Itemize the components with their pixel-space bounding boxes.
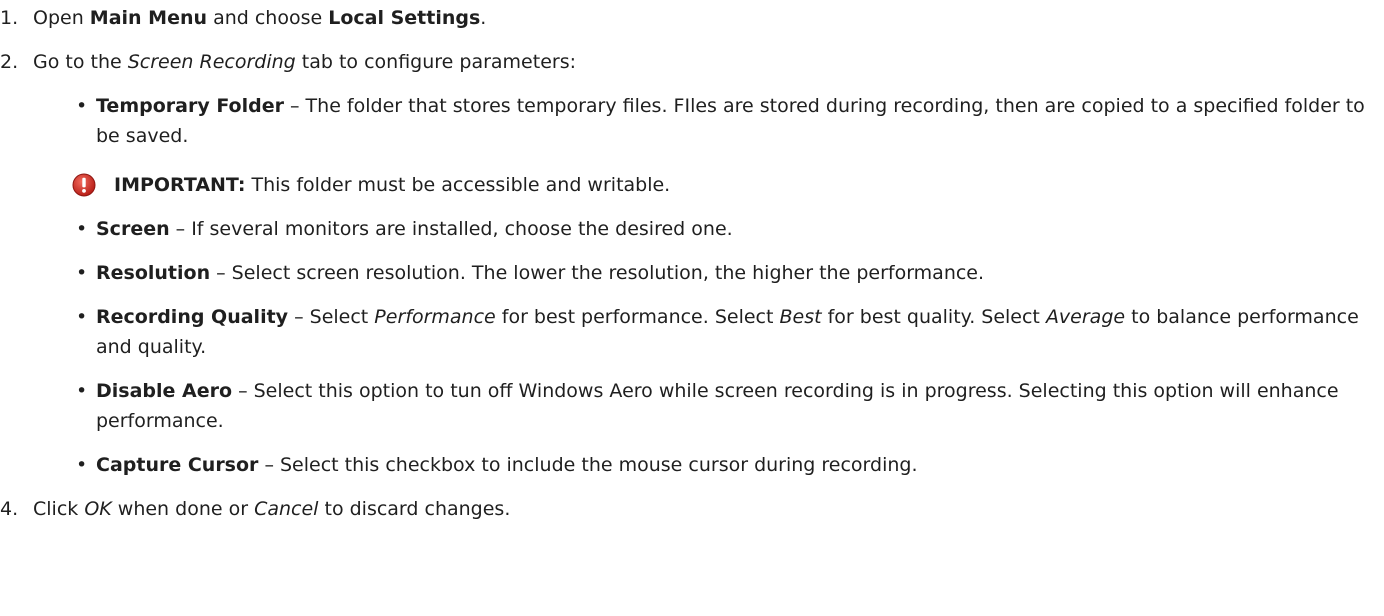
item-term: Screen xyxy=(96,218,170,240)
local-settings-term: Local Settings xyxy=(328,7,481,29)
list-item-capture-cursor: • Capture Cursor – Select this checkbox … xyxy=(76,450,1366,480)
step-text: when done or xyxy=(111,498,255,520)
parameter-list: • Screen – If several monitors are insta… xyxy=(76,214,1366,480)
item-description: – Select xyxy=(288,306,375,328)
item-description: for best quality. Select xyxy=(821,306,1046,328)
step-number: 4. xyxy=(0,498,19,520)
step-number: 1. xyxy=(0,7,19,29)
ok-term: OK xyxy=(84,498,112,520)
bullet-icon: • xyxy=(76,95,88,117)
step-text: tab to configure parameters: xyxy=(295,51,576,73)
bullet-icon: • xyxy=(76,218,88,240)
cancel-term: Cancel xyxy=(254,498,319,520)
item-term: Temporary Folder xyxy=(96,95,284,117)
step-text: Open xyxy=(33,7,90,29)
step-text: Click xyxy=(33,498,85,520)
item-description: – Select this option to tun off Windows … xyxy=(96,380,1339,432)
step-text: . xyxy=(480,7,487,29)
item-description: – Select screen resolution. The lower th… xyxy=(210,262,985,284)
step-text: and choose xyxy=(207,7,329,29)
item-term: Recording Quality xyxy=(96,306,289,328)
list-item-temporary-folder: • Temporary Folder – The folder that sto… xyxy=(76,91,1366,151)
item-description: – If several monitors are installed, cho… xyxy=(169,218,733,240)
list-item-disable-aero: • Disable Aero – Select this option to t… xyxy=(76,376,1366,436)
document: 1. Open Main Menu and choose Local Setti… xyxy=(0,3,1384,524)
step-4: 4. Click OK when done or Cancel to disca… xyxy=(0,494,1384,524)
step-2: 2. Go to the Screen Recording tab to con… xyxy=(0,47,1384,77)
list-item-resolution: • Resolution – Select screen resolution.… xyxy=(76,258,1366,288)
important-note: IMPORTANT: This folder must be accessibl… xyxy=(72,170,1384,200)
item-description: – Select this checkbox to include the mo… xyxy=(258,454,918,476)
item-description: – The folder that stores temporary files… xyxy=(96,95,1365,147)
list-item-recording-quality: • Recording Quality – Select Performance… xyxy=(76,302,1366,362)
bullet-icon: • xyxy=(76,454,88,476)
alert-icon xyxy=(72,173,96,197)
item-term: Capture Cursor xyxy=(96,454,259,476)
step-number: 2. xyxy=(0,51,19,73)
list-item-screen: • Screen – If several monitors are insta… xyxy=(76,214,1366,244)
average-option: Average xyxy=(1045,306,1126,328)
main-menu-term: Main Menu xyxy=(89,7,208,29)
item-description: for best performance. Select xyxy=(495,306,780,328)
best-option: Best xyxy=(779,306,822,328)
important-text: This folder must be accessible and writa… xyxy=(245,174,671,196)
step-text: to discard changes. xyxy=(318,498,511,520)
performance-option: Performance xyxy=(374,306,496,328)
item-term: Disable Aero xyxy=(96,380,233,402)
item-term: Resolution xyxy=(96,262,211,284)
important-label: IMPORTANT: xyxy=(114,174,246,196)
screen-recording-tab-term: Screen Recording xyxy=(127,51,296,73)
parameter-list: • Temporary Folder – The folder that sto… xyxy=(76,91,1366,151)
bullet-icon: • xyxy=(76,306,88,328)
step-1: 1. Open Main Menu and choose Local Setti… xyxy=(0,3,1384,33)
bullet-icon: • xyxy=(76,262,88,284)
step-text: Go to the xyxy=(33,51,128,73)
bullet-icon: • xyxy=(76,380,88,402)
